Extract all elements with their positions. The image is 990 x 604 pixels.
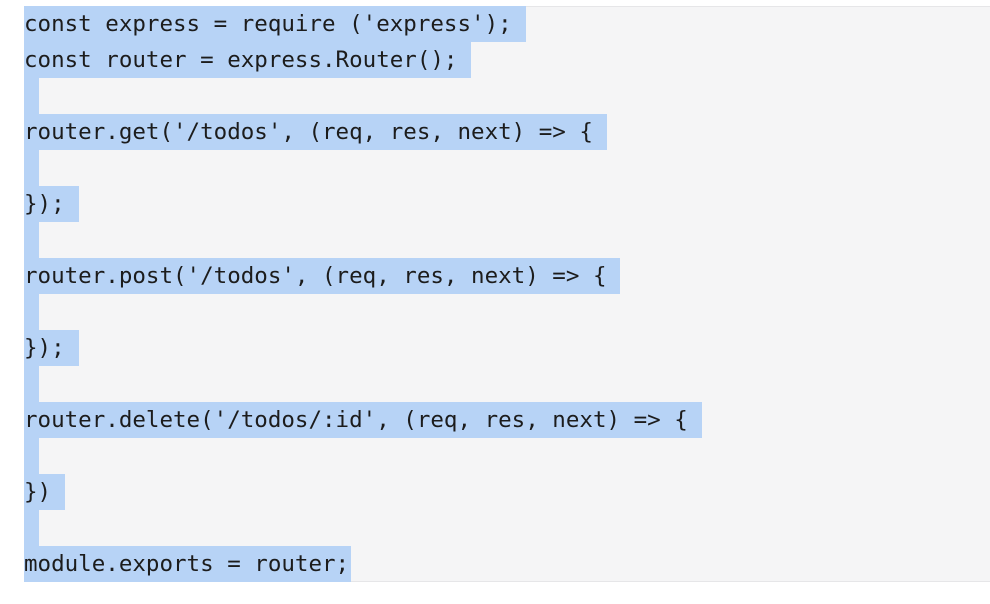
code-line-6[interactable]: }); <box>24 186 702 222</box>
code-text-1: const express = require ('express'); <box>24 11 512 37</box>
code-line-2[interactable]: const router = express.Router(); <box>24 42 702 78</box>
code-line-5[interactable] <box>24 150 702 186</box>
code-line-13[interactable] <box>24 438 702 474</box>
code-line-15[interactable] <box>24 510 702 546</box>
code-text-14: }) <box>24 479 52 505</box>
code-line-3[interactable] <box>24 78 702 114</box>
code-text-4: router.get('/todos', (req, res, next) =>… <box>24 119 593 145</box>
code-line-14[interactable]: }) <box>24 474 702 510</box>
code-line-16[interactable]: module.exports = router; <box>24 546 702 582</box>
code-line-4[interactable]: router.get('/todos', (req, res, next) =>… <box>24 114 702 150</box>
code-text-16: module.exports = router; <box>24 551 350 577</box>
code-text-12: router.delete('/todos/:id', (req, res, n… <box>24 407 688 433</box>
code-text-8: router.post('/todos', (req, res, next) =… <box>24 263 607 289</box>
code-line-11[interactable] <box>24 366 702 402</box>
code-line-1[interactable]: const express = require ('express'); <box>24 6 702 42</box>
code-line-9[interactable] <box>24 294 702 330</box>
code-line-8[interactable]: router.post('/todos', (req, res, next) =… <box>24 258 702 294</box>
code-text-10: }); <box>24 335 65 361</box>
code-line-7[interactable] <box>24 222 702 258</box>
code-line-12[interactable]: router.delete('/todos/:id', (req, res, n… <box>24 402 702 438</box>
code-line-10[interactable]: }); <box>24 330 702 366</box>
code-text-6: }); <box>24 191 65 217</box>
code-text-2: const router = express.Router(); <box>24 47 458 73</box>
code-lines[interactable]: const express = require ('express'); con… <box>24 6 702 582</box>
